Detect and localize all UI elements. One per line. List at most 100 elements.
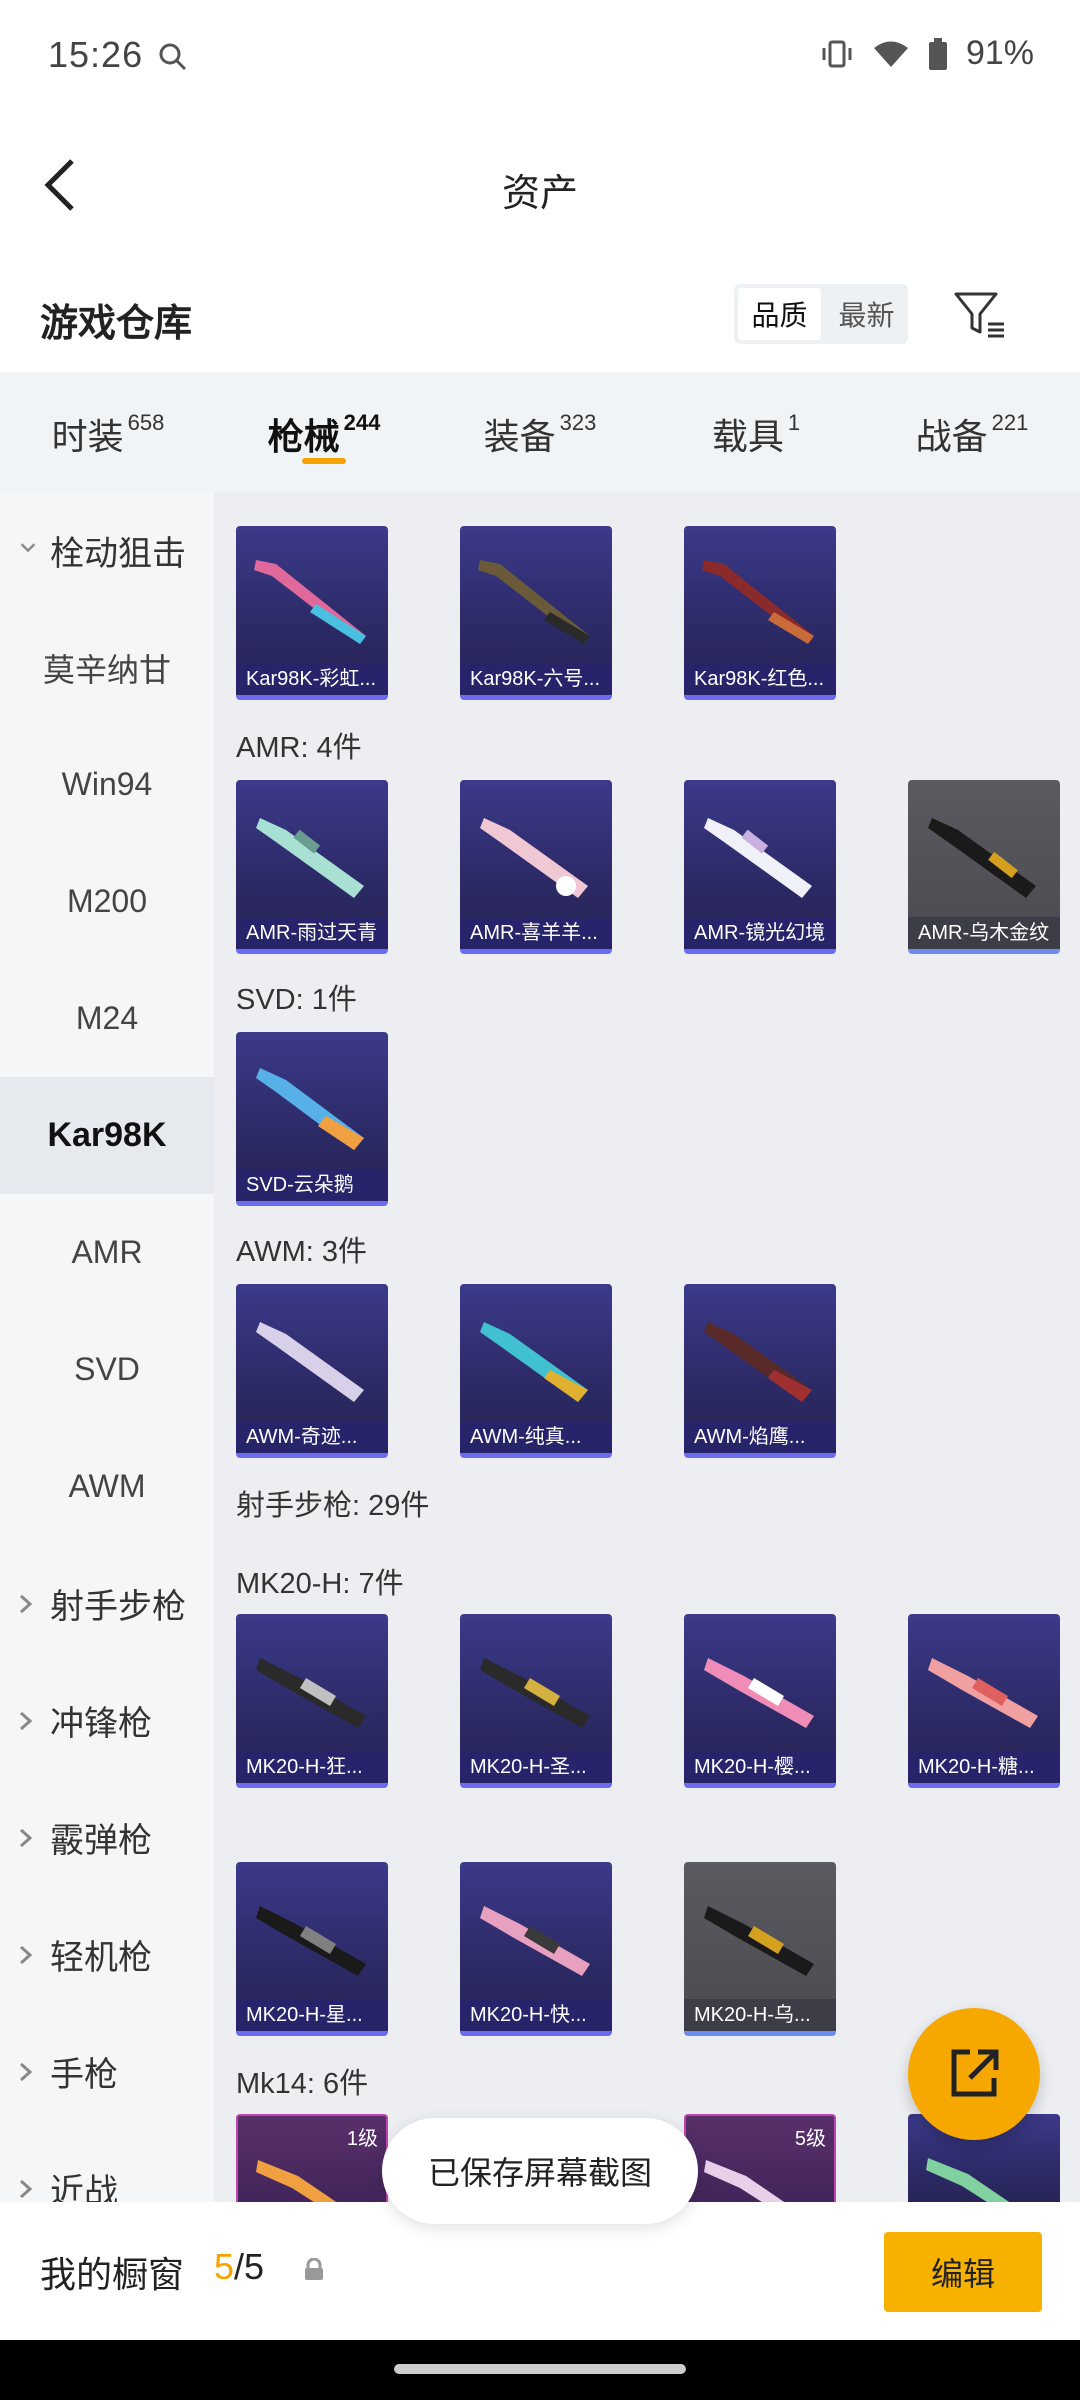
sidebar-item-m24[interactable]: M24 (0, 960, 214, 1077)
weapon-name: AWM-纯真... (460, 1421, 612, 1453)
status-bar: 15:26 91% (0, 0, 1080, 110)
weapon-name: MK20-H-乌... (684, 1999, 836, 2031)
section-label-marksman: 射手步枪: 29件 (236, 1490, 430, 1522)
weapon-name: MK20-H-快... (460, 1999, 612, 2031)
rifle-icon (480, 1322, 588, 1402)
weapon-name: MK20-H-樱... (684, 1751, 836, 1783)
sidebar-item-mosin[interactable]: 莫辛纳甘 (0, 609, 214, 726)
sidebar-group-melee[interactable]: 近战 (0, 2130, 214, 2202)
active-tab-indicator (302, 458, 346, 464)
chevron-right-icon (20, 1594, 33, 1613)
sidebar-item-m200[interactable]: M200 (0, 843, 214, 960)
battery-icon (928, 37, 947, 70)
sidebar-item-amr[interactable]: AMR (0, 1194, 214, 1311)
showcase-current: 5 (214, 2246, 235, 2287)
wifi-icon (873, 41, 908, 67)
weapon-card[interactable]: SVD-云朵鹅 (236, 1032, 388, 1206)
weapon-card[interactable]: MK20-H-快... (460, 1862, 612, 2036)
warehouse-row: 游戏仓库 品质 最新 (0, 262, 1080, 372)
weapon-card[interactable]: Kar98K-六号... (460, 526, 612, 700)
tab-count: 658 (127, 410, 165, 435)
tab-label: 战备 (915, 416, 988, 457)
rifle-icon (256, 2160, 337, 2202)
sidebar-item-label: 手枪 (50, 2056, 118, 2094)
sidebar-group-lmg[interactable]: 轻机枪 (0, 1896, 214, 2013)
tab-fashion[interactable]: 时装 658 (0, 372, 216, 492)
rifle-icon (254, 560, 366, 644)
sidebar-item-label: 射手步枪 (50, 1588, 186, 1626)
rifle-icon (480, 1906, 590, 1976)
sort-toggle: 品质 最新 (734, 284, 908, 344)
tab-equipment[interactable]: 装备 323 (432, 372, 648, 492)
chevron-right-icon (20, 2062, 33, 2081)
tab-count: 221 (991, 410, 1029, 435)
sidebar-item-label: 栓动狙击 (50, 535, 186, 573)
screenshot-toast: 已保存屏幕截图 (382, 2118, 698, 2224)
weapon-card[interactable]: AWM-焰鹰... (684, 1284, 836, 1458)
weapon-card[interactable]: AMR-镜光幻境 (684, 780, 836, 954)
weapon-card[interactable]: AMR-雨过天青 (236, 780, 388, 954)
sidebar-item-awm[interactable]: AWM (0, 1428, 214, 1545)
weapon-card[interactable]: MK20-H-狂... (236, 1614, 388, 1788)
weapon-name: MK20-H-狂... (236, 1751, 388, 1783)
tab-label: 载具 (711, 416, 784, 457)
rifle-icon (704, 1658, 814, 1728)
weapon-card[interactable]: MK20-H-樱... (684, 1614, 836, 1788)
sidebar-item-label: 近战 (50, 2173, 118, 2202)
sidebar-group-marksman[interactable]: 射手步枪 (0, 1545, 214, 1662)
share-button[interactable] (908, 2008, 1040, 2140)
weapon-card[interactable]: AWM-纯真... (460, 1284, 612, 1458)
weapon-name: AMR-喜羊羊... (460, 917, 612, 949)
filter-icon[interactable] (950, 284, 1010, 344)
sidebar-group-shotgun[interactable]: 霰弹枪 (0, 1779, 214, 1896)
chevron-right-icon (20, 1945, 33, 1964)
rifle-icon (704, 1906, 814, 1976)
rifle-icon (928, 818, 1036, 898)
rifle-icon (478, 560, 590, 644)
section-label-awm: AWM: 3件 (236, 1236, 368, 1268)
weapon-card[interactable]: MK20-H-糖... (908, 1614, 1060, 1788)
share-icon (951, 2049, 999, 2097)
weapon-name: AMR-乌木金纹 (908, 917, 1060, 949)
vibrate-icon (822, 40, 852, 67)
weapon-card[interactable]: MK20-H-星... (236, 1862, 388, 2036)
system-nav-bar (0, 2340, 1080, 2400)
weapon-sidebar: 栓动狙击 莫辛纳甘 Win94 M200 M24 Kar98K AMR SVD … (0, 492, 214, 2202)
sidebar-item-label: 霰弹枪 (50, 1822, 152, 1860)
weapon-card[interactable]: Kar98K-红色... (684, 526, 836, 700)
battery-percent: 91% (965, 34, 1034, 72)
sidebar-item-svd[interactable]: SVD (0, 1311, 214, 1428)
weapon-card[interactable]: MK20-H-乌... (684, 1862, 836, 2036)
weapon-card[interactable]: 1级 (236, 2114, 388, 2202)
sort-newest-button[interactable]: 最新 (825, 284, 908, 344)
sidebar-item-win94[interactable]: Win94 (0, 726, 214, 843)
rifle-icon (704, 818, 812, 898)
section-label-svd: SVD: 1件 (236, 984, 357, 1016)
weapon-name: MK20-H-圣... (460, 1751, 612, 1783)
sidebar-group-bolt-action[interactable]: 栓动狙击 (0, 492, 214, 609)
weapon-card[interactable]: Kar98K-彩虹... (236, 526, 388, 700)
sort-quality-button[interactable]: 品质 (738, 288, 821, 340)
warehouse-title: 游戏仓库 (40, 303, 193, 345)
tab-combat-gear[interactable]: 战备 221 (864, 372, 1080, 492)
weapon-card[interactable]: MK20-H-圣... (460, 1614, 612, 1788)
weapon-card[interactable]: AWM-奇迹... (236, 1284, 388, 1458)
weapon-name: AMR-雨过天青 (236, 917, 388, 949)
weapon-card[interactable]: 5级 (684, 2114, 836, 2202)
sidebar-group-smg[interactable]: 冲锋枪 (0, 1662, 214, 1779)
rifle-icon (480, 1658, 590, 1728)
weapon-card[interactable]: AMR-喜羊羊... (460, 780, 612, 954)
tab-label: 枪械 (267, 416, 340, 457)
tab-firearms[interactable]: 枪械 244 (216, 372, 432, 492)
tab-count: 1 (787, 410, 801, 435)
weapon-name: Kar98K-红色... (684, 663, 836, 695)
sidebar-item-kar98k[interactable]: Kar98K (0, 1077, 214, 1194)
weapon-grid: Kar98K-彩虹... Kar98K-六号... Kar98K-红色... A… (214, 492, 1080, 2202)
weapon-card[interactable]: AMR-乌木金纹 (908, 780, 1060, 954)
edit-button[interactable]: 编辑 (884, 2232, 1042, 2312)
tab-label: 装备 (483, 416, 556, 457)
sidebar-item-label: 轻机枪 (50, 1939, 152, 1977)
tab-vehicles[interactable]: 载具 1 (648, 372, 864, 492)
sidebar-group-pistol[interactable]: 手枪 (0, 2013, 214, 2130)
home-handle[interactable] (394, 2364, 686, 2374)
